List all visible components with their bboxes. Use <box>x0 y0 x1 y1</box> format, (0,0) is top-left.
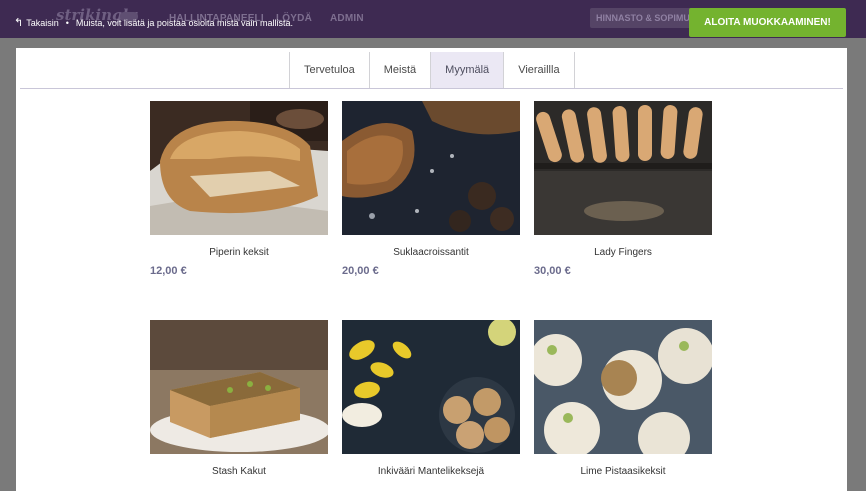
product-image-ginger-cookies <box>342 320 520 454</box>
product-image-pistachio-cookies <box>534 320 712 454</box>
product-image-bread <box>150 101 328 235</box>
tab-visit[interactable]: Vieraillla <box>504 52 575 89</box>
product-price: 20,00 € <box>342 265 379 277</box>
start-editing-button[interactable]: ALOITA MUOKKAAMINEN! <box>689 8 846 37</box>
template-notice: Muista, voit lisätä ja poistaa osioita m… <box>75 18 293 28</box>
nav-divider <box>20 88 843 89</box>
product-card[interactable]: Lady Fingers 30,00 € <box>534 101 712 277</box>
product-image-cake <box>150 320 328 454</box>
product-image-ladyfingers <box>534 101 712 235</box>
back-arrow-icon: ↰ <box>14 16 24 29</box>
product-image-croissants <box>342 101 520 235</box>
tab-about[interactable]: Meistä <box>370 52 432 89</box>
product-card[interactable]: Suklaacroissantit 20,00 € <box>342 101 520 277</box>
product-card[interactable]: Lime Pistaasikeksit <box>534 320 712 484</box>
back-link[interactable]: ↰ Takaisin • Muista, voit lisätä ja pois… <box>14 16 293 29</box>
product-name: Stash Kakut <box>212 466 266 477</box>
pricing-button[interactable]: HINNASTO & SOPIMUKSET <box>590 8 700 28</box>
site-preview: Tervetuloa Meistä Myymälä Vieraillla Pip… <box>16 48 847 491</box>
separator-bullet: • <box>65 18 69 28</box>
product-name: Suklaacroissantit <box>393 247 469 258</box>
product-name: Inkivääri Mantelikeksejä <box>377 466 485 477</box>
site-nav-tabs: Tervetuloa Meistä Myymälä Vieraillla <box>289 52 575 89</box>
product-price: 30,00 € <box>534 265 571 277</box>
tab-welcome[interactable]: Tervetuloa <box>290 52 370 89</box>
tab-store[interactable]: Myymälä <box>431 52 505 89</box>
product-card[interactable]: Stash Kakut <box>150 320 328 484</box>
editor-top-bar: strikingly HALLINTAPANEELI LÖYDÄ ADMIN ↰… <box>0 0 866 38</box>
nav-admin[interactable]: ADMIN <box>330 13 364 24</box>
product-name: Lady Fingers <box>594 247 652 258</box>
product-name: Piperin keksit <box>209 247 269 258</box>
product-card[interactable]: Inkivääri Mantelikeksejä <box>342 320 520 484</box>
product-price: 12,00 € <box>150 265 187 277</box>
product-card[interactable]: Piperin keksit 12,00 € <box>150 101 328 277</box>
back-label: Takaisin <box>26 18 59 28</box>
product-name: Lime Pistaasikeksit <box>580 466 666 477</box>
